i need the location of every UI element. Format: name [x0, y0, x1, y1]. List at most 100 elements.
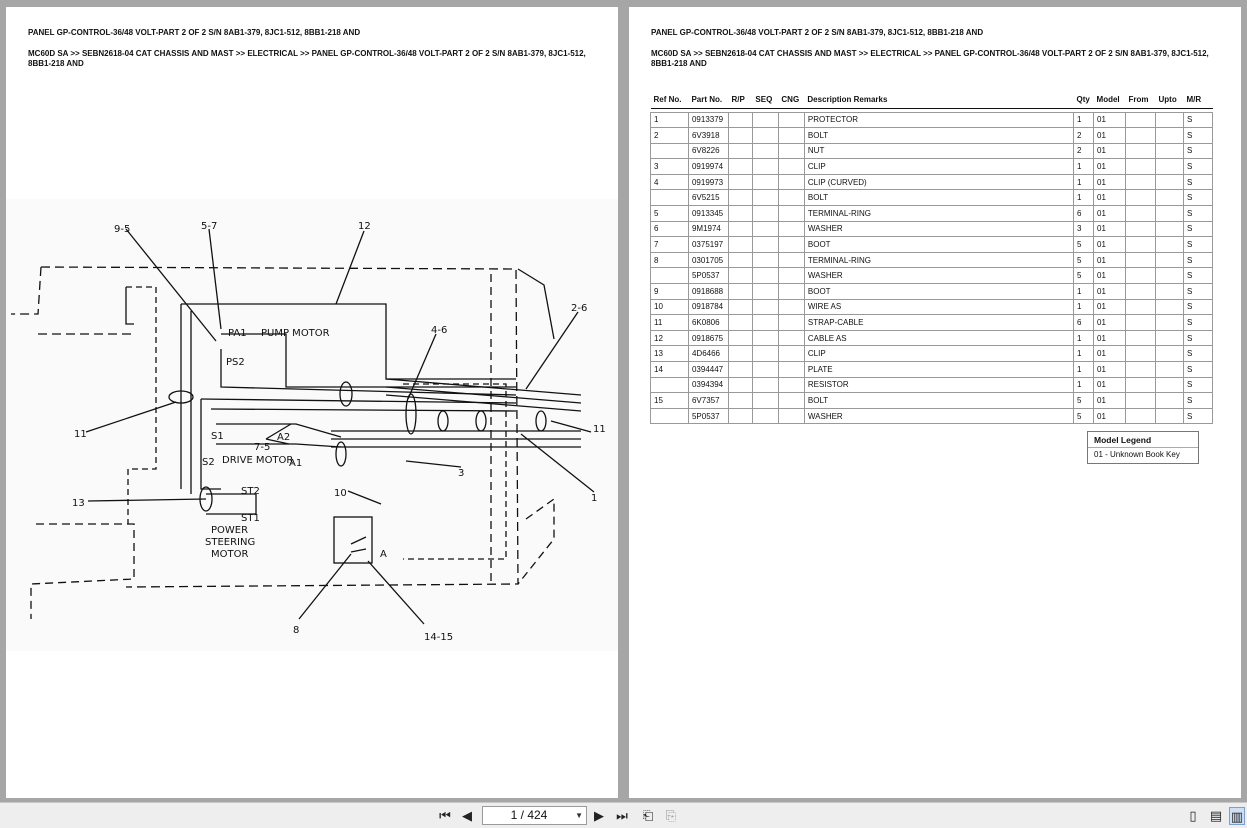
table-cell	[1154, 158, 1184, 175]
table-cell: 0919973	[687, 173, 729, 191]
table-cell	[777, 220, 805, 238]
table-cell: S	[1182, 361, 1214, 378]
table-cell	[1125, 251, 1156, 269]
table-cell	[751, 111, 779, 129]
table-cell	[650, 189, 689, 207]
two-page-view-icon[interactable]: ▥	[1229, 807, 1245, 825]
table-cell: 2	[1073, 127, 1095, 144]
table-cell: CLIP (CURVED)	[803, 173, 1075, 191]
table-cell: 0375197	[687, 236, 729, 253]
table-cell	[727, 329, 753, 347]
table-row: 5P0537 WASHER 5 01 S	[650, 407, 1214, 425]
table-cell	[1154, 189, 1184, 207]
table-cell	[1125, 407, 1156, 425]
table-cell: 1	[1073, 376, 1095, 394]
column-header: Upto	[1155, 92, 1184, 109]
table-cell: 5P0537	[687, 407, 729, 425]
table-cell: 6	[1073, 314, 1095, 331]
table-cell	[751, 298, 779, 316]
table-cell	[751, 361, 779, 378]
table-row: 3 0919974 CLIP 1 01 S	[650, 158, 1214, 175]
table-cell: 0918784	[687, 298, 729, 316]
callout-11-left: 11	[74, 429, 87, 440]
label-a1: A1	[289, 458, 302, 469]
table-cell: 5	[1073, 236, 1095, 253]
column-header: Ref No.	[650, 92, 689, 109]
table-cell	[751, 158, 779, 175]
table-cell	[751, 189, 779, 207]
table-cell: 1	[1073, 111, 1095, 129]
table-cell: PLATE	[803, 361, 1075, 378]
table-cell: 9	[650, 283, 689, 300]
label-motor: MOTOR	[211, 549, 248, 560]
table-cell	[777, 111, 805, 129]
table-cell	[1125, 111, 1156, 129]
table-row: 14 0394447 PLATE 1 01 S	[650, 361, 1214, 378]
label-st1: ST1	[241, 513, 260, 524]
label-drive-motor: DRIVE MOTOR	[222, 455, 293, 466]
previous-page-icon[interactable]: ◀	[460, 807, 474, 825]
table-cell: 2	[1073, 142, 1095, 160]
table-cell: S	[1182, 236, 1214, 253]
callout-7-5: 7-5	[254, 442, 270, 453]
table-cell	[650, 376, 689, 394]
table-cell: S	[1182, 142, 1214, 160]
last-page-icon[interactable]: ⏭	[614, 807, 630, 825]
table-cell: S	[1182, 392, 1214, 409]
table-cell	[727, 205, 753, 222]
table-cell: 6V3918	[687, 127, 729, 144]
table-cell	[727, 251, 753, 269]
table-row: 11 6K0806 STRAP-CABLE 6 01 S	[650, 314, 1214, 331]
table-cell	[1154, 376, 1184, 394]
first-page-icon[interactable]: ⏮	[437, 807, 453, 825]
table-cell	[777, 205, 805, 222]
table-cell	[777, 392, 805, 409]
table-cell: BOLT	[803, 392, 1075, 409]
table-cell	[751, 314, 779, 331]
table-cell: 01	[1093, 314, 1127, 331]
table-cell: 01	[1093, 111, 1127, 129]
table-cell: 1	[1073, 189, 1095, 207]
table-cell	[727, 142, 753, 160]
table-cell	[777, 173, 805, 191]
table-cell	[727, 111, 753, 129]
table-cell: 01	[1093, 158, 1127, 175]
next-page-icon[interactable]: ▶	[592, 807, 606, 825]
table-cell	[650, 407, 689, 425]
table-cell	[727, 267, 753, 285]
column-header: SEQ	[752, 92, 779, 109]
callout-13: 13	[72, 498, 85, 509]
table-cell	[727, 376, 753, 394]
table-cell	[1154, 361, 1184, 378]
table-cell	[650, 267, 689, 285]
table-cell	[1154, 407, 1184, 425]
table-cell	[751, 407, 779, 425]
page-number-select[interactable]: 1 / 424 ▼	[482, 806, 587, 825]
table-row: 5P0537 WASHER 5 01 S	[650, 267, 1214, 285]
table-cell: BOLT	[803, 127, 1075, 144]
table-cell	[777, 267, 805, 285]
column-header: Model	[1093, 92, 1126, 109]
table-cell	[727, 298, 753, 316]
page-title: PANEL GP-CONTROL-36/48 VOLT-PART 2 OF 2 …	[28, 28, 361, 37]
table-cell: 14	[650, 361, 689, 378]
continuous-view-icon[interactable]: ▤	[1208, 807, 1224, 825]
table-cell: S	[1182, 298, 1214, 316]
table-cell: 0918688	[687, 283, 729, 300]
table-cell: 4D6466	[687, 345, 729, 362]
table-row: 7 0375197 BOOT 5 01 S	[650, 236, 1214, 253]
table-cell: S	[1182, 329, 1214, 347]
table-cell: 9M1974	[687, 220, 729, 238]
back-view-icon[interactable]: ⎗	[640, 807, 656, 825]
table-cell	[650, 142, 689, 160]
table-cell	[777, 251, 805, 269]
single-page-view-icon[interactable]: ▯	[1185, 807, 1201, 825]
forward-view-icon[interactable]: ⎘	[663, 807, 679, 825]
parts-table: Ref No. Part No. R/P SEQ CNG Description Rema…	[650, 92, 1214, 425]
table-cell	[777, 158, 805, 175]
table-header-row: Ref No. Part No. R/P SEQ CNG Description Rema…	[650, 92, 1213, 109]
table-row: 6V8226 NUT 2 01 S	[650, 142, 1214, 160]
label-st2: ST2	[241, 486, 260, 497]
table-cell: 01	[1093, 267, 1127, 285]
page-number-value: 1 / 424	[510, 808, 548, 822]
